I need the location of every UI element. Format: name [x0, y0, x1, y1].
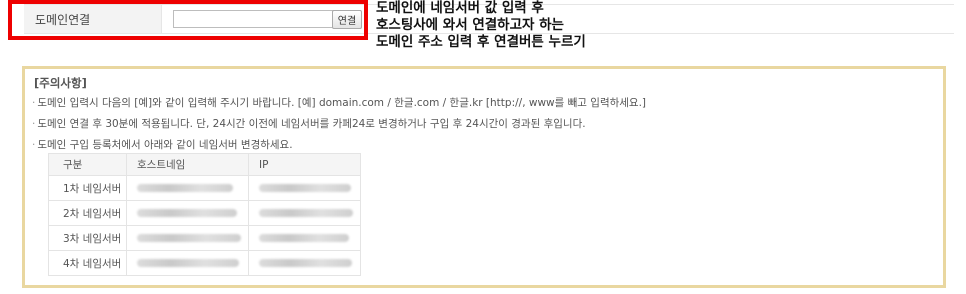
redacted-hostname	[137, 234, 241, 242]
table-row: 2차 네임서버	[48, 200, 361, 226]
hostname-cell-redacted	[126, 175, 249, 201]
domain-connect-label: 도메인연결	[35, 13, 91, 27]
bullet-icon: ·	[32, 97, 36, 109]
table-row: 4차 네임서버	[48, 250, 361, 276]
redacted-hostname	[137, 259, 239, 267]
redacted-hostname	[137, 209, 237, 217]
connect-button[interactable]: 연결	[332, 10, 362, 29]
header-ip: IP	[248, 153, 361, 176]
notice-box: [주의사항] · 도메인 입력시 다음의 [예]와 같이 입력해 주시기 바랍니다…	[22, 66, 946, 288]
notice-line-3: · 도메인 구입 등록처에서 아래와 같이 네임서버 변경하세요.	[32, 137, 293, 152]
domain-input[interactable]	[173, 10, 351, 28]
hostname-cell-redacted	[126, 225, 249, 251]
notice-line-1: · 도메인 입력시 다음의 [예]와 같이 입력해 주시기 바랍니다. [예] d…	[32, 95, 646, 110]
notice-line-2-text: 도메인 연결 후 30분에 적용됩니다. 단, 24시간 이전에 네임서버를 카…	[37, 118, 586, 130]
domain-label-cell: 도메인연결	[24, 5, 162, 33]
ip-cell-redacted	[248, 225, 361, 251]
header-hostname: 호스트네임	[126, 153, 249, 176]
redacted-ip	[259, 234, 349, 242]
notice-line-1-text: 도메인 입력시 다음의 [예]와 같이 입력해 주시기 바랍니다. [예] do…	[37, 97, 647, 109]
instruction-annotation: 도메인에 네임서버 값 입력 후 호스팅사에 와서 연결하고자 하는 도메인 주…	[376, 0, 586, 51]
row-label: 1차 네임서버	[48, 175, 127, 201]
table-header-row: 구분 호스트네임 IP	[48, 153, 361, 176]
ip-cell-redacted	[248, 175, 361, 201]
hostname-cell-redacted	[126, 250, 249, 276]
row-label: 4차 네임서버	[48, 250, 127, 276]
notice-title: [주의사항]	[34, 76, 87, 90]
bullet-icon: ·	[32, 139, 36, 151]
bullet-icon: ·	[32, 118, 36, 130]
header-category: 구분	[48, 153, 127, 176]
annotation-line-3: 도메인 주소 입력 후 연결버튼 누르기	[376, 34, 586, 50]
ip-cell-redacted	[248, 200, 361, 226]
redacted-hostname	[137, 184, 233, 192]
annotation-line-2: 호스팅사에 와서 연결하고자 하는	[376, 17, 564, 33]
redacted-ip	[259, 184, 351, 192]
nameserver-table: 구분 호스트네임 IP 1차 네임서버 2차 네임서버 3차 네임서버 4차 네…	[48, 153, 361, 276]
redacted-ip	[259, 209, 353, 217]
notice-line-3-text: 도메인 구입 등록처에서 아래와 같이 네임서버 변경하세요.	[37, 139, 293, 151]
row-label: 2차 네임서버	[48, 200, 127, 226]
redacted-ip	[259, 259, 352, 267]
ip-cell-redacted	[248, 250, 361, 276]
row-label: 3차 네임서버	[48, 225, 127, 251]
table-row: 3차 네임서버	[48, 225, 361, 251]
annotation-line-1: 도메인에 네임서버 값 입력 후	[376, 0, 544, 16]
hostname-cell-redacted	[126, 200, 249, 226]
table-row: 1차 네임서버	[48, 175, 361, 201]
notice-line-2: · 도메인 연결 후 30분에 적용됩니다. 단, 24시간 이전에 네임서버를 …	[32, 116, 586, 131]
